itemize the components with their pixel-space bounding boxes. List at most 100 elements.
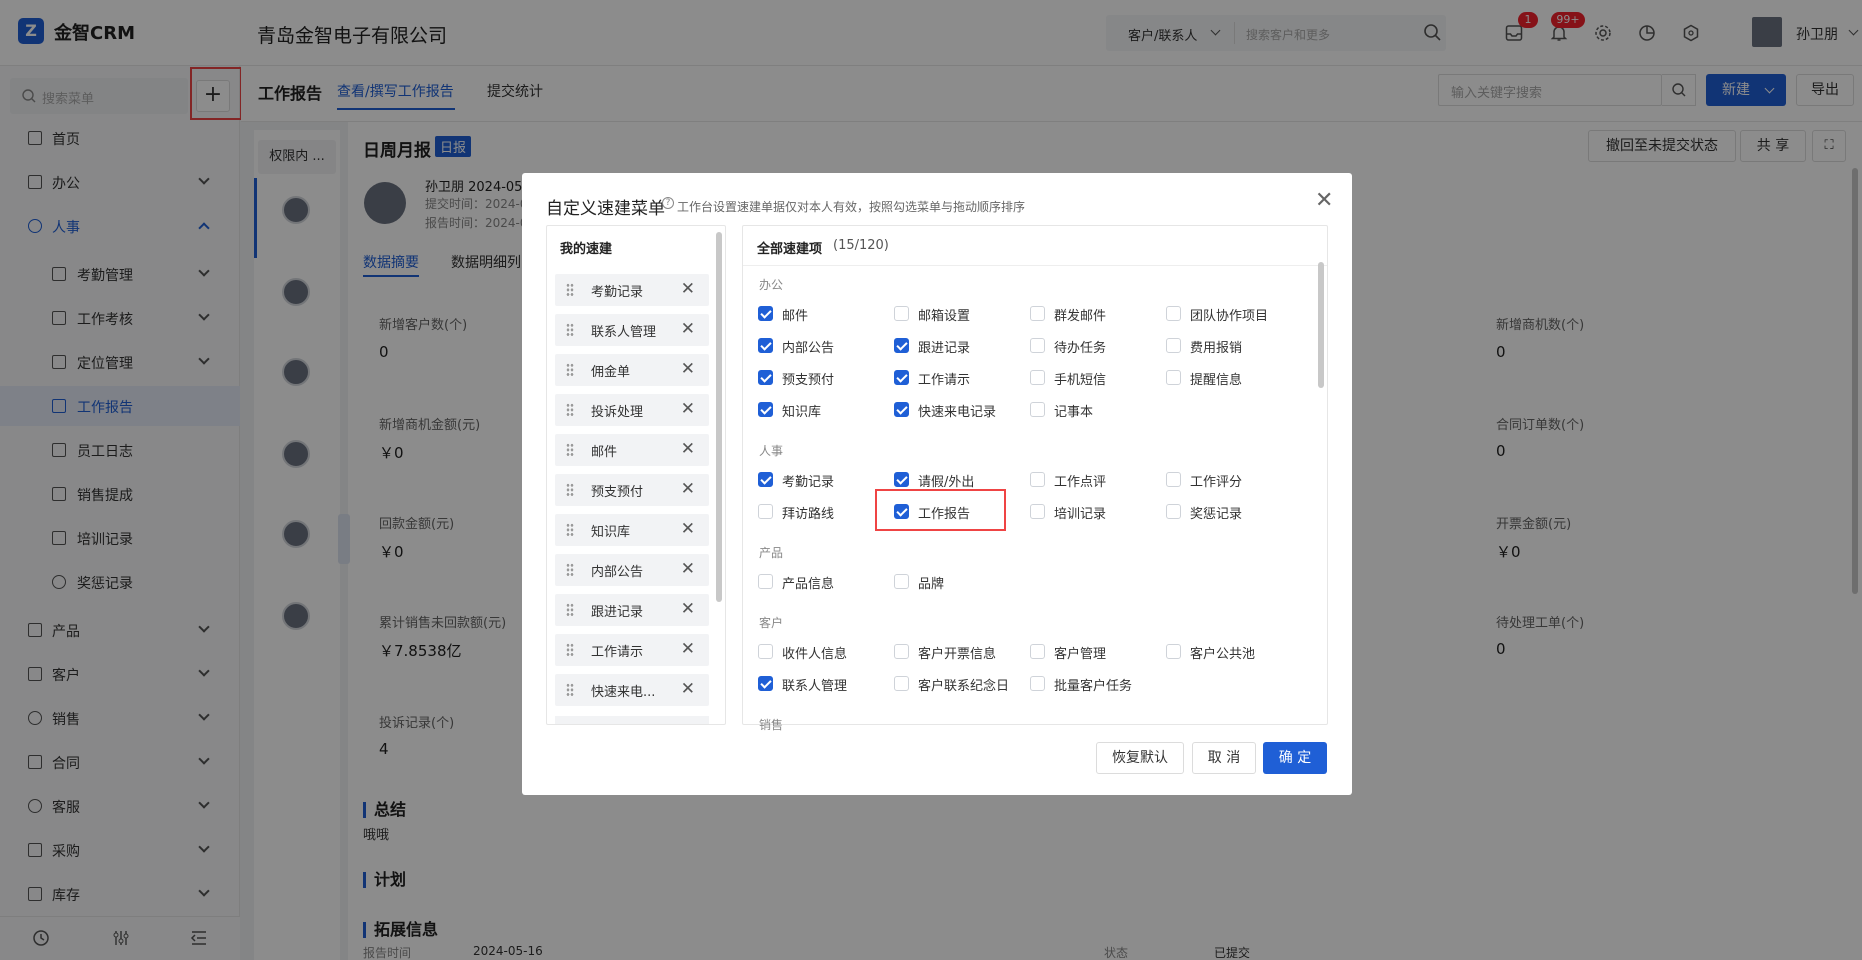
my-quick-item[interactable]: 跟进记录 ✕ bbox=[555, 594, 709, 626]
quick-option-label: 邮件 bbox=[782, 309, 809, 324]
quick-option-label: 客户公共池 bbox=[1190, 647, 1256, 662]
all-quick-header bbox=[743, 226, 1327, 266]
checkbox-icon[interactable] bbox=[1030, 338, 1045, 353]
checkbox-checked-icon[interactable] bbox=[758, 306, 773, 321]
my-quick-item[interactable]: 联系人管理 ✕ bbox=[555, 314, 709, 346]
drag-handle-icon[interactable] bbox=[566, 363, 574, 377]
close-icon[interactable]: ✕ bbox=[681, 359, 695, 379]
checkbox-icon[interactable] bbox=[894, 676, 909, 691]
all-quick-count: (15/120) bbox=[833, 238, 889, 253]
quick-option-label: 批量客户任务 bbox=[1054, 679, 1133, 694]
close-icon[interactable]: ✕ bbox=[1315, 190, 1333, 212]
my-quick-item[interactable]: 快速来电... ✕ bbox=[555, 674, 709, 706]
quick-option-label: 快速来电记录 bbox=[918, 405, 997, 420]
option-group-title: 办公 bbox=[759, 278, 784, 292]
close-icon[interactable]: ✕ bbox=[681, 639, 695, 659]
checkbox-icon[interactable] bbox=[1166, 472, 1181, 487]
drag-handle-icon[interactable] bbox=[566, 443, 574, 457]
list-overflow bbox=[555, 716, 709, 724]
quick-option-label: 收件人信息 bbox=[782, 647, 848, 662]
checkbox-icon[interactable] bbox=[1030, 644, 1045, 659]
drag-handle-icon[interactable] bbox=[566, 523, 574, 537]
quick-option-label: 邮箱设置 bbox=[918, 309, 971, 324]
checkbox-icon[interactable] bbox=[894, 306, 909, 321]
checkbox-checked-icon[interactable] bbox=[894, 402, 909, 417]
checkbox-icon[interactable] bbox=[1030, 504, 1045, 519]
all-quick-title: 全部速建项 bbox=[757, 242, 823, 257]
drag-handle-icon[interactable] bbox=[566, 403, 574, 417]
close-icon[interactable]: ✕ bbox=[681, 599, 695, 619]
close-icon[interactable]: ✕ bbox=[681, 439, 695, 459]
checkbox-checked-icon[interactable] bbox=[894, 472, 909, 487]
checkbox-checked-icon[interactable] bbox=[758, 370, 773, 385]
checkbox-icon[interactable] bbox=[758, 574, 773, 589]
option-group-title: 产品 bbox=[759, 546, 784, 560]
drag-handle-icon[interactable] bbox=[566, 283, 574, 297]
my-quick-item[interactable]: 知识库 ✕ bbox=[555, 514, 709, 546]
my-quick-item[interactable]: 投诉处理 ✕ bbox=[555, 394, 709, 426]
confirm-button[interactable]: 确 定 bbox=[1263, 742, 1327, 774]
close-icon[interactable]: ✕ bbox=[681, 679, 695, 699]
cancel-button[interactable]: 取 消 bbox=[1192, 742, 1256, 774]
checkbox-icon[interactable] bbox=[894, 574, 909, 589]
checkbox-icon[interactable] bbox=[1030, 306, 1045, 321]
close-icon[interactable]: ✕ bbox=[681, 479, 695, 499]
quick-option-label: 工作点评 bbox=[1054, 475, 1107, 490]
quick-option-label: 手机短信 bbox=[1054, 373, 1107, 388]
quick-option-label: 跟进记录 bbox=[918, 341, 971, 356]
quick-option-label: 请假/外出 bbox=[918, 475, 975, 490]
quick-option-label: 客户联系纪念日 bbox=[918, 679, 1010, 694]
checkbox-checked-icon[interactable] bbox=[894, 370, 909, 385]
close-icon[interactable]: ✕ bbox=[681, 399, 695, 419]
close-icon[interactable]: ✕ bbox=[681, 519, 695, 539]
quick-option-label: 工作评分 bbox=[1190, 475, 1243, 490]
drag-handle-icon[interactable] bbox=[566, 323, 574, 337]
drag-handle-icon[interactable] bbox=[566, 603, 574, 617]
checkbox-checked-icon[interactable] bbox=[758, 676, 773, 691]
dialog-hint: 工作台设置速建单据仅对本人有效，按照勾选菜单与拖动顺序排序 bbox=[677, 200, 1026, 214]
drag-handle-icon[interactable] bbox=[566, 683, 574, 697]
quick-option-label: 联系人管理 bbox=[782, 679, 848, 694]
close-icon[interactable]: ✕ bbox=[681, 319, 695, 339]
checkbox-checked-icon[interactable] bbox=[758, 338, 773, 353]
option-group-title: 人事 bbox=[759, 444, 784, 458]
my-quick-item[interactable]: 邮件 ✕ bbox=[555, 434, 709, 466]
checkbox-icon[interactable] bbox=[1166, 306, 1181, 321]
checkbox-icon[interactable] bbox=[758, 504, 773, 519]
checkbox-icon[interactable] bbox=[758, 644, 773, 659]
my-quick-item[interactable]: 考勤记录 ✕ bbox=[555, 274, 709, 306]
drag-handle-icon[interactable] bbox=[566, 643, 574, 657]
close-icon[interactable]: ✕ bbox=[681, 559, 695, 579]
quick-option-label: 知识库 bbox=[782, 405, 822, 420]
my-quick-item[interactable]: 内部公告 ✕ bbox=[555, 554, 709, 586]
all-quick-scrollbar[interactable] bbox=[1318, 262, 1324, 388]
my-quick-item[interactable]: 预支预付 ✕ bbox=[555, 474, 709, 506]
quick-option-label: 客户管理 bbox=[1054, 647, 1107, 662]
quick-option-label: 记事本 bbox=[1054, 405, 1094, 420]
drag-handle-icon[interactable] bbox=[566, 483, 574, 497]
checkbox-icon[interactable] bbox=[1166, 644, 1181, 659]
checkbox-checked-icon[interactable] bbox=[758, 402, 773, 417]
checkbox-icon[interactable] bbox=[1030, 472, 1045, 487]
checkbox-checked-icon[interactable] bbox=[894, 338, 909, 353]
checkbox-icon[interactable] bbox=[1030, 402, 1045, 417]
quick-option-label: 费用报销 bbox=[1190, 341, 1243, 356]
checkbox-icon[interactable] bbox=[1030, 370, 1045, 385]
close-icon[interactable]: ✕ bbox=[681, 279, 695, 299]
option-group-title: 客户 bbox=[759, 616, 784, 630]
checkbox-icon[interactable] bbox=[1030, 676, 1045, 691]
quick-option-label: 提醒信息 bbox=[1190, 373, 1243, 388]
my-quick-scrollbar[interactable] bbox=[716, 232, 722, 602]
checkbox-icon[interactable] bbox=[1166, 338, 1181, 353]
checkbox-icon[interactable] bbox=[1166, 504, 1181, 519]
checkbox-icon[interactable] bbox=[1166, 370, 1181, 385]
reset-default-button[interactable]: 恢复默认 bbox=[1096, 742, 1184, 774]
drag-handle-icon[interactable] bbox=[566, 563, 574, 577]
checkbox-icon[interactable] bbox=[894, 644, 909, 659]
option-group-title: 销售 bbox=[759, 718, 784, 732]
my-quick-item[interactable]: 佣金单 ✕ bbox=[555, 354, 709, 386]
checkbox-checked-icon[interactable] bbox=[758, 472, 773, 487]
help-icon: ? bbox=[662, 197, 674, 209]
quick-option-label: 客户开票信息 bbox=[918, 647, 997, 662]
my-quick-item[interactable]: 工作请示 ✕ bbox=[555, 634, 709, 666]
